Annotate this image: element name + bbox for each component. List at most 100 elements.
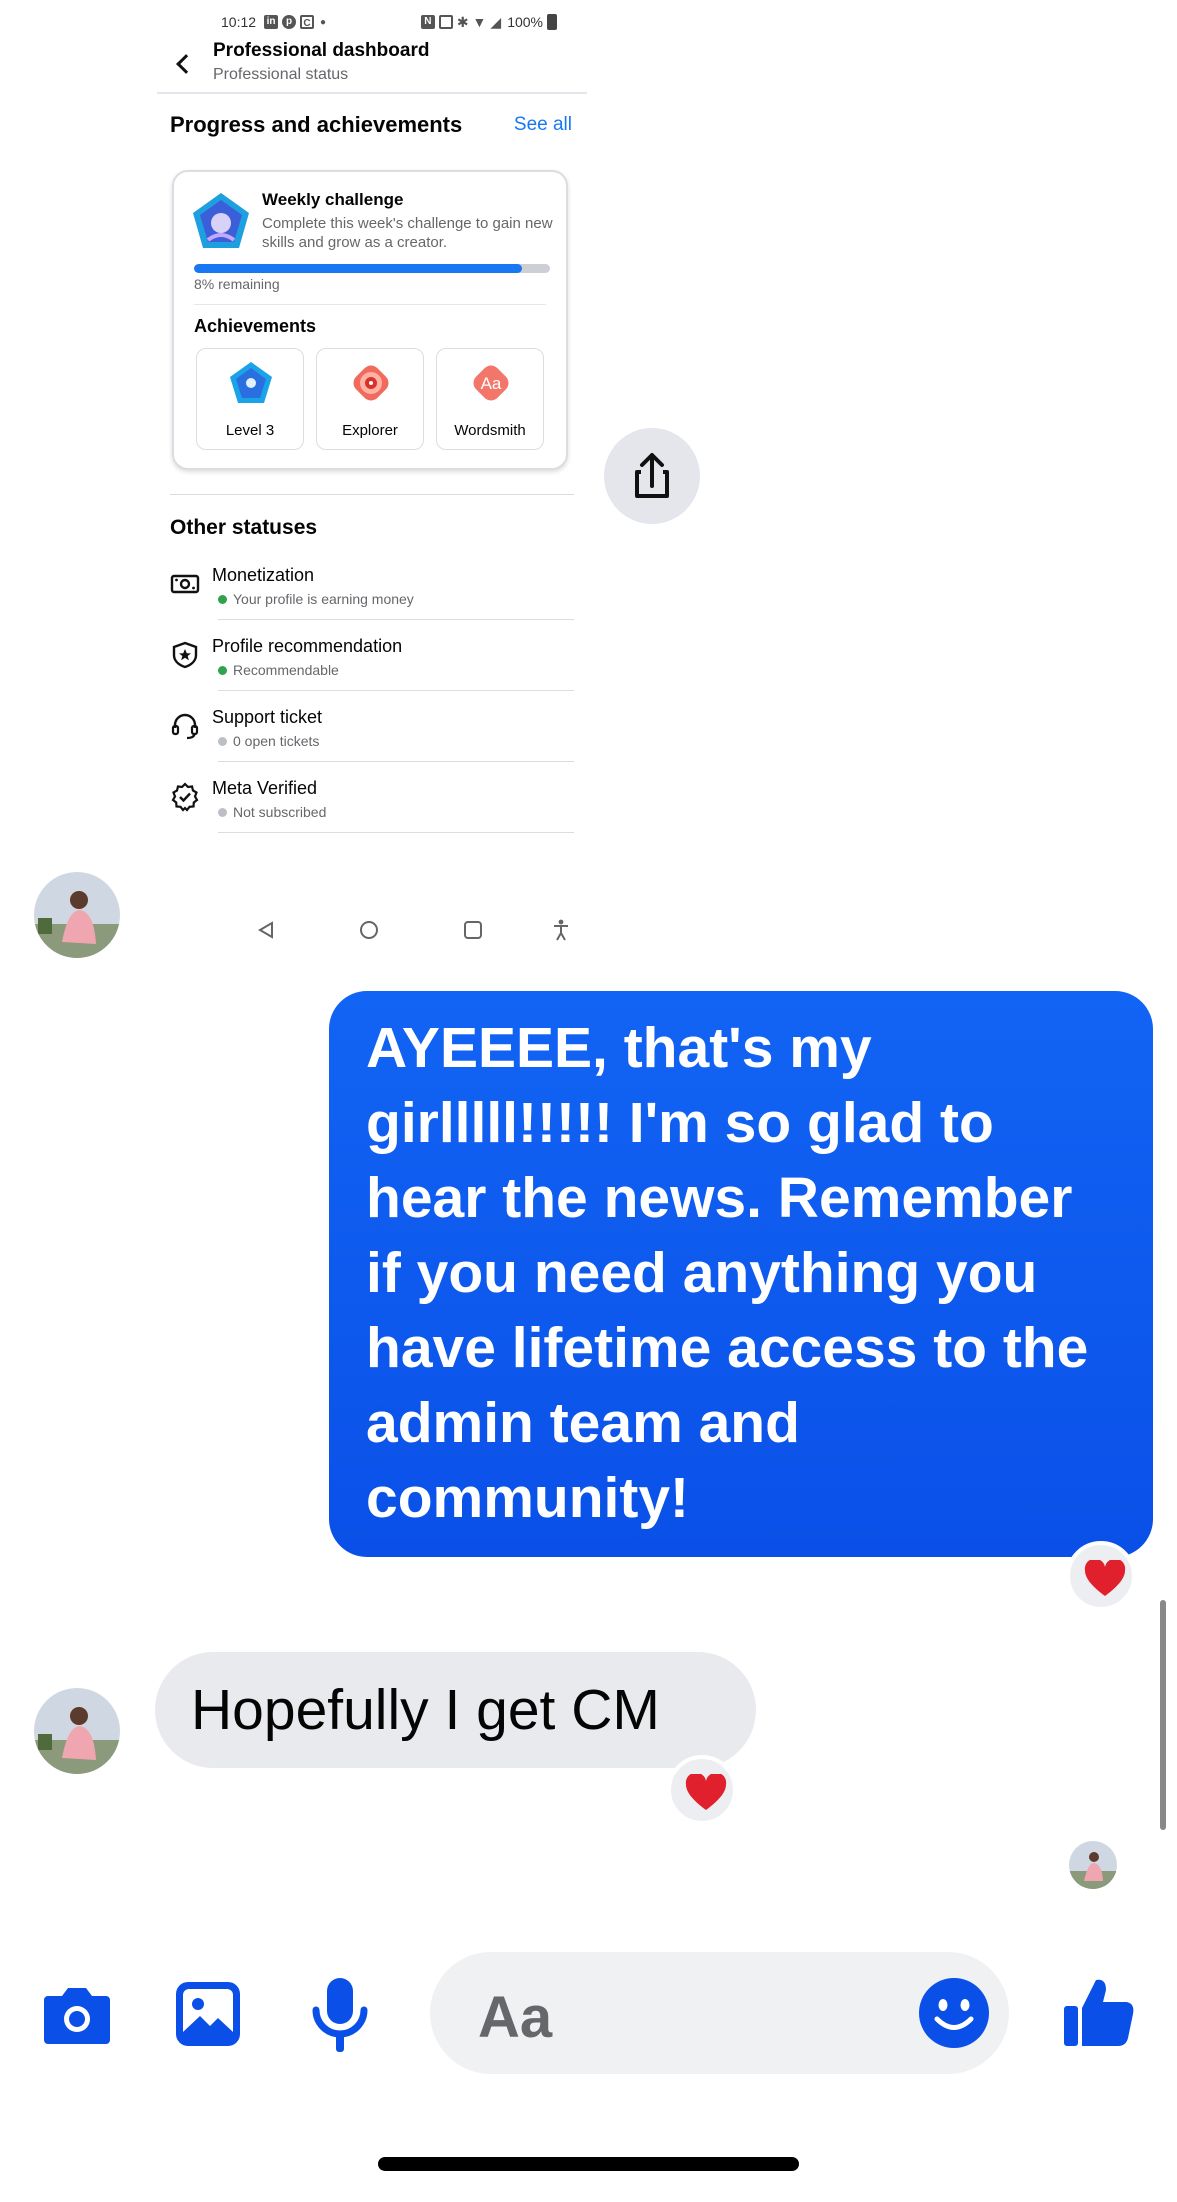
status-dot (218, 665, 227, 675)
avatar-photo (1069, 1841, 1117, 1889)
status-row-support-ticket[interactable]: Support ticket 0 open tickets (170, 707, 574, 777)
status-time: 10:12 (221, 14, 257, 30)
status-name: Meta Verified (212, 778, 318, 798)
shared-screenshot[interactable]: 10:12 in p C ● N ✱ ▼ ◢ 100% Professional… (157, 0, 587, 956)
vibrate-icon (438, 15, 453, 29)
wordsmith-badge-icon: Aa (473, 365, 509, 401)
achievements-title: Achievements (194, 316, 317, 336)
gallery-icon[interactable] (174, 1980, 242, 2048)
row-divider (218, 690, 574, 691)
avatar-photo (34, 872, 120, 958)
achievement-explorer[interactable]: Explorer (316, 348, 424, 450)
nfc-icon: N (420, 15, 435, 29)
nav-back-icon[interactable] (257, 921, 275, 939)
money-icon (170, 574, 200, 594)
thumbs-up-icon[interactable] (1062, 1974, 1136, 2048)
status-detail: Not subscribed (218, 804, 326, 820)
status-text: 0 open tickets (233, 733, 320, 749)
emoji-icon[interactable] (919, 1978, 989, 2048)
status-text: Your profile is earning money (233, 591, 414, 607)
status-detail: Your profile is earning money (218, 591, 414, 607)
see-all-link[interactable]: See all (514, 114, 572, 136)
shield-star-icon (172, 641, 198, 669)
contact-avatar[interactable] (34, 1688, 120, 1774)
pinterest-icon: p (282, 15, 297, 29)
weekly-challenge-description: Complete this week's challenge to gain n… (262, 215, 553, 251)
progress-fill (194, 264, 522, 273)
achievement-label: Explorer (342, 422, 398, 439)
header-divider (157, 92, 587, 94)
status-row-meta-verified[interactable]: Meta Verified Not subscribed (170, 778, 574, 848)
wifi-icon: ▼ (472, 14, 487, 30)
achievement-label: Level 3 (225, 422, 275, 439)
microphone-icon[interactable] (310, 1976, 370, 2054)
section-divider (170, 494, 574, 495)
weekly-challenge-progress-bar (194, 264, 550, 273)
level-badge-icon (230, 362, 272, 403)
status-bar: 10:12 in p C ● N ✱ ▼ ◢ 100% (221, 12, 557, 32)
avatar-photo (34, 1688, 120, 1774)
message-composer: Aa (0, 1940, 1177, 2090)
dot-icon: ● (320, 16, 327, 28)
contact-avatar[interactable] (34, 872, 120, 958)
read-receipt-avatar (1069, 1841, 1117, 1889)
accessibility-icon[interactable] (551, 919, 571, 941)
linkedin-icon: in (264, 15, 279, 29)
status-name: Profile recommendation (212, 636, 403, 656)
achievement-label: Wordsmith (454, 422, 526, 439)
explorer-badge-icon (353, 365, 389, 401)
android-nav-bar (157, 915, 587, 945)
status-text: Not subscribed (233, 804, 327, 820)
heart-reaction[interactable] (667, 1755, 737, 1825)
message-input[interactable]: Aa (430, 1952, 1009, 2074)
status-dot (218, 594, 227, 604)
achievement-level-3[interactable]: Level 3 (196, 348, 304, 450)
battery-level: 100% (507, 14, 543, 30)
row-divider (218, 619, 574, 620)
status-dot (218, 807, 227, 817)
row-divider (218, 832, 574, 833)
camera-icon[interactable] (42, 1982, 112, 2046)
app-c-icon: C (300, 15, 315, 29)
status-row-profile-recommendation[interactable]: Profile recommendation Recommendable (170, 636, 574, 706)
progress-section-title: Progress and achievements (170, 112, 463, 137)
card-divider (194, 304, 546, 305)
outgoing-message-bubble[interactable]: AYEEEE, that's my girlllll!!!!! I'm so g… (329, 991, 1153, 1557)
incoming-message-bubble[interactable]: Hopefully I get CM (155, 1652, 756, 1768)
status-name: Monetization (212, 565, 315, 585)
nav-recents-icon[interactable] (464, 921, 482, 939)
share-icon (635, 453, 669, 498)
status-row-monetization[interactable]: Monetization Your profile is earning mon… (170, 565, 574, 635)
bluetooth-icon: ✱ (456, 13, 469, 30)
heart-reaction[interactable] (1066, 1541, 1136, 1611)
page-subtitle: Professional status (213, 66, 349, 83)
nav-home-icon[interactable] (360, 921, 378, 939)
status-detail: Recommendable (218, 662, 339, 678)
achievement-wordsmith[interactable]: Aa Wordsmith (436, 348, 544, 450)
battery-icon (547, 14, 557, 30)
weekly-challenge-badge-icon (193, 193, 249, 248)
heart-icon (1084, 1560, 1126, 1596)
status-text: Recommendable (233, 662, 339, 678)
incoming-message-text: Hopefully I get CM (191, 1678, 660, 1742)
status-name: Support ticket (212, 707, 323, 727)
scrollbar[interactable] (1160, 1600, 1166, 1830)
weekly-challenge-card[interactable]: Weekly challenge Complete this week's ch… (172, 170, 568, 470)
verified-badge-icon (171, 782, 199, 812)
remaining-text: 8% remaining (194, 276, 280, 292)
share-button[interactable] (604, 428, 700, 524)
message-placeholder: Aa (478, 1985, 553, 2050)
outgoing-message-text: AYEEEE, that's my girlllll!!!!! I'm so g… (366, 1016, 1089, 1530)
page-title: Professional dashboard (213, 40, 430, 61)
status-dot (218, 736, 227, 746)
home-indicator[interactable] (378, 2157, 799, 2171)
other-statuses-title: Other statuses (170, 516, 318, 539)
status-detail: 0 open tickets (218, 733, 319, 749)
signal-icon: ◢ (490, 13, 502, 30)
row-divider (218, 761, 574, 762)
heart-icon (685, 1774, 727, 1810)
back-arrow-icon[interactable] (173, 52, 193, 76)
wordsmith-glyph: Aa (481, 374, 502, 393)
dashboard-header: Professional dashboard Professional stat… (171, 38, 573, 90)
headset-icon (171, 713, 199, 740)
